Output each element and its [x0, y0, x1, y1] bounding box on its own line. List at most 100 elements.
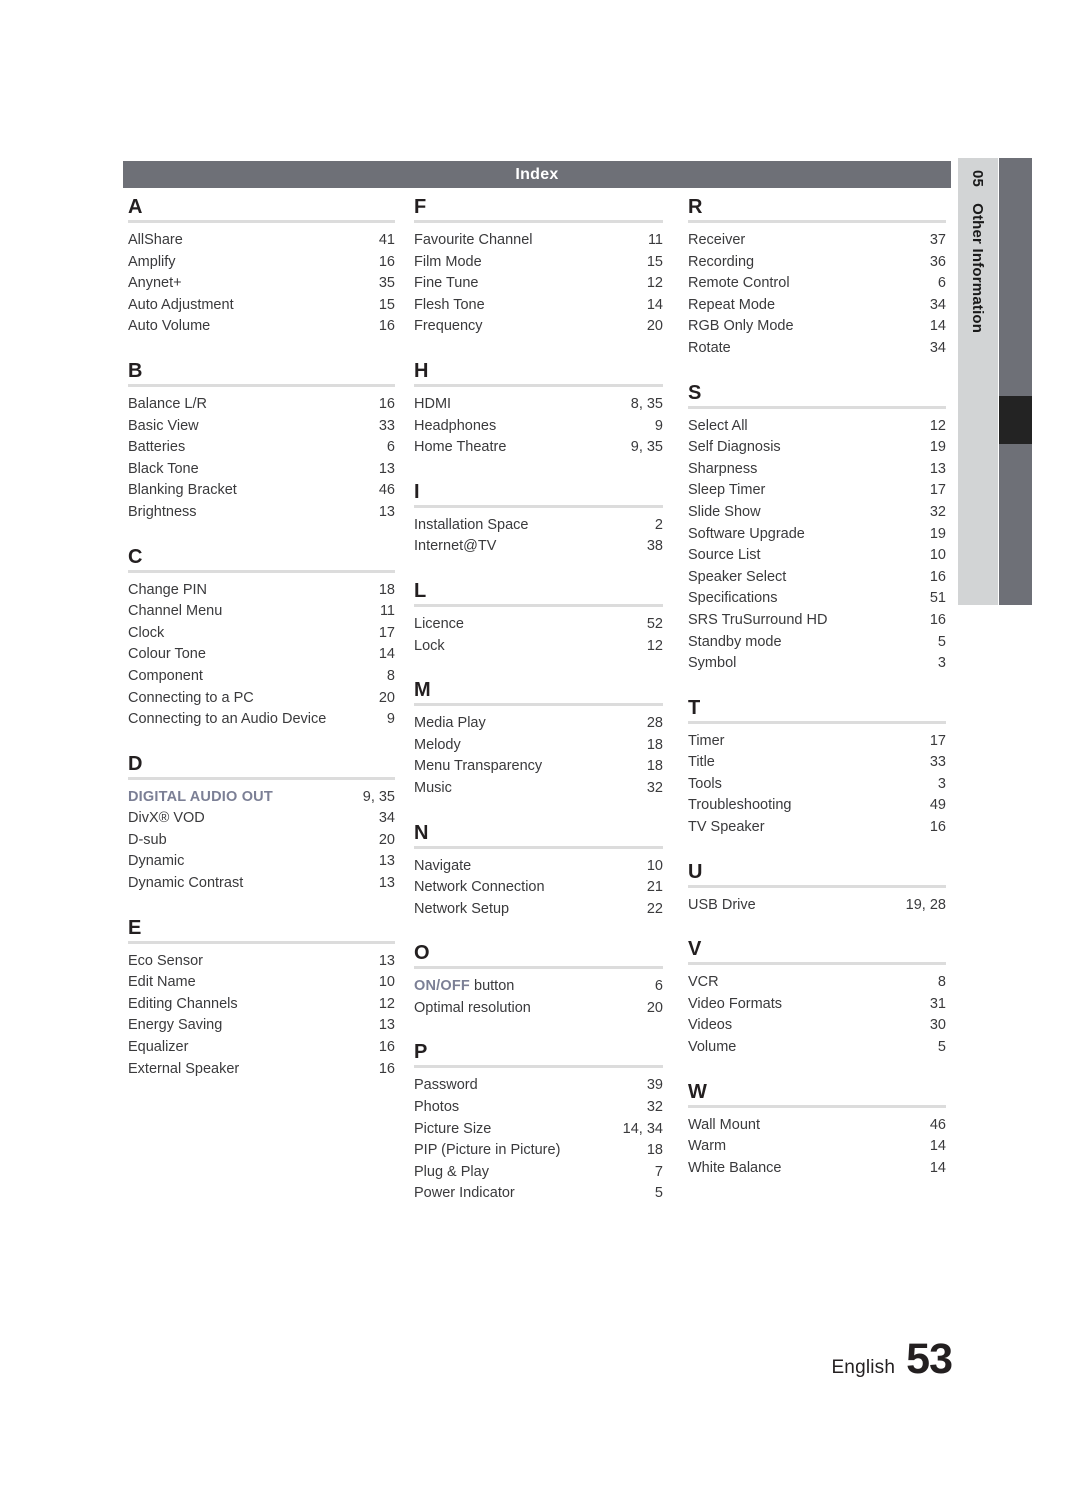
index-entry[interactable]: Picture Size 14, 34	[414, 1119, 663, 1141]
index-entry[interactable]: Rotate 34	[688, 338, 946, 360]
index-entry[interactable]: Sleep Timer 17	[688, 480, 946, 502]
index-entry[interactable]: SRS TruSurround HD 16	[688, 610, 946, 632]
index-entry[interactable]: Connecting to an Audio Device 9	[128, 709, 395, 731]
index-entry-term: Channel Menu	[128, 603, 223, 620]
index-entry[interactable]: Video Formats 31	[688, 994, 946, 1016]
index-entry[interactable]: Connecting to a PC 20	[128, 688, 395, 710]
index-entry[interactable]: USB Drive 19, 28	[688, 895, 946, 917]
index-entry[interactable]: Timer 17	[688, 731, 946, 753]
index-entry[interactable]: Specifications 51	[688, 588, 946, 610]
index-entry[interactable]: Frequency 20	[414, 316, 663, 338]
index-entry[interactable]: Remote Control 6	[688, 273, 946, 295]
index-entry[interactable]: Self Diagnosis 19	[688, 437, 946, 459]
index-entry[interactable]: Colour Tone 14	[128, 644, 395, 666]
index-entry-term: Connecting to a PC	[128, 689, 254, 706]
index-entry[interactable]: Optimal resolution 20	[414, 998, 663, 1020]
index-entry[interactable]: Software Upgrade 19	[688, 524, 946, 546]
index-entry[interactable]: Receiver 37	[688, 230, 946, 252]
index-entry[interactable]: HDMI 8, 35	[414, 394, 663, 416]
index-entry[interactable]: Anynet+ 35	[128, 273, 395, 295]
index-entry[interactable]: Auto Adjustment 15	[128, 295, 395, 317]
index-entry[interactable]: Network Setup 22	[414, 899, 663, 921]
index-entry[interactable]: White Balance 14	[688, 1158, 946, 1180]
index-entry[interactable]: Clock 17	[128, 623, 395, 645]
index-entry-page: 28	[646, 715, 663, 732]
index-entry[interactable]: Batteries 6	[128, 437, 395, 459]
index-entry[interactable]: Energy Saving 13	[128, 1015, 395, 1037]
index-entry[interactable]: Eco Sensor 13	[128, 951, 395, 973]
index-entry[interactable]: DIGITAL AUDIO OUT 9, 35	[128, 787, 395, 809]
index-entry[interactable]: Dynamic 13	[128, 851, 395, 873]
index-entry-page: 20	[378, 831, 395, 848]
section-divider	[414, 845, 663, 849]
index-entry[interactable]: Change PIN 18	[128, 580, 395, 602]
index-entry[interactable]: Blanking Bracket 46	[128, 480, 395, 502]
index-entry[interactable]: Edit Name 10	[128, 972, 395, 994]
index-entry[interactable]: Slide Show 32	[688, 502, 946, 524]
index-entry[interactable]: Melody 18	[414, 735, 663, 757]
index-entry[interactable]: Basic View 33	[128, 416, 395, 438]
index-entry[interactable]: Channel Menu 11	[128, 601, 395, 623]
index-entry[interactable]: Network Connection 21	[414, 877, 663, 899]
index-entry[interactable]: DivX® VOD 34	[128, 808, 395, 830]
index-entry[interactable]: Plug & Play 7	[414, 1162, 663, 1184]
index-entry[interactable]: VCR 8	[688, 972, 946, 994]
index-entry[interactable]: Flesh Tone 14	[414, 295, 663, 317]
index-entry[interactable]: Recording 36	[688, 252, 946, 274]
index-entry[interactable]: TV Speaker 16	[688, 817, 946, 839]
index-entry[interactable]: PIP (Picture in Picture) 18	[414, 1140, 663, 1162]
index-entry[interactable]: Equalizer 16	[128, 1037, 395, 1059]
index-entry[interactable]: Amplify 16	[128, 252, 395, 274]
index-entry[interactable]: Source List 10	[688, 545, 946, 567]
index-entry[interactable]: Home Theatre 9, 35	[414, 437, 663, 459]
index-entry-page: 13	[378, 1017, 395, 1034]
index-entry[interactable]: AllShare 41	[128, 230, 395, 252]
index-entry[interactable]: Sharpness 13	[688, 459, 946, 481]
index-entry[interactable]: Navigate 10	[414, 856, 663, 878]
index-entry[interactable]: Warm 14	[688, 1136, 946, 1158]
index-entry[interactable]: Password 39	[414, 1075, 663, 1097]
index-entry-term: Blanking Bracket	[128, 482, 237, 499]
index-entry-page: 32	[646, 1099, 663, 1116]
index-entry[interactable]: Power Indicator 5	[414, 1183, 663, 1205]
index-entry[interactable]: Auto Volume 16	[128, 316, 395, 338]
index-entry[interactable]: Menu Transparency 18	[414, 756, 663, 778]
index-entry[interactable]: Symbol 3	[688, 653, 946, 675]
index-entry[interactable]: Repeat Mode 34	[688, 295, 946, 317]
index-entry[interactable]: Standby mode 5	[688, 632, 946, 654]
index-entry[interactable]: Internet@TV 38	[414, 536, 663, 558]
index-entry[interactable]: Favourite Channel 11	[414, 230, 663, 252]
index-entry-term: PIP (Picture in Picture)	[414, 1142, 561, 1159]
index-entry[interactable]: Installation Space 2	[414, 515, 663, 537]
index-entry[interactable]: Editing Channels 12	[128, 994, 395, 1016]
index-entry[interactable]: Headphones 9	[414, 416, 663, 438]
index-entry[interactable]: Media Play 28	[414, 713, 663, 735]
index-entry[interactable]: Licence 52	[414, 614, 663, 636]
index-entry[interactable]: ON/OFF button 6	[414, 976, 663, 998]
index-entry[interactable]: Component 8	[128, 666, 395, 688]
index-entry[interactable]: Videos 30	[688, 1015, 946, 1037]
index-entry[interactable]: D-sub 20	[128, 830, 395, 852]
index-entry-page: 17	[929, 732, 946, 749]
index-entry[interactable]: Dynamic Contrast 13	[128, 873, 395, 895]
index-entry[interactable]: Black Tone 13	[128, 459, 395, 481]
index-entry[interactable]: Select All 12	[688, 416, 946, 438]
index-entry[interactable]: External Speaker 16	[128, 1059, 395, 1081]
index-entry[interactable]: Title 33	[688, 752, 946, 774]
index-entry[interactable]: Volume 5	[688, 1037, 946, 1059]
index-entry[interactable]: Tools 3	[688, 774, 946, 796]
index-entry[interactable]: Photos 32	[414, 1097, 663, 1119]
index-entry[interactable]: Fine Tune 12	[414, 273, 663, 295]
index-entry-page: 16	[929, 568, 946, 585]
index-entry[interactable]: Balance L/R 16	[128, 394, 395, 416]
index-entry[interactable]: Troubleshooting 49	[688, 795, 946, 817]
index-header-bar: Index	[123, 161, 951, 188]
index-entry[interactable]: Music 32	[414, 778, 663, 800]
index-entry[interactable]: RGB Only Mode 14	[688, 316, 946, 338]
index-entry-page: 2	[654, 516, 663, 533]
index-entry[interactable]: Speaker Select 16	[688, 567, 946, 589]
index-entry[interactable]: Film Mode 15	[414, 252, 663, 274]
index-entry[interactable]: Wall Mount 46	[688, 1115, 946, 1137]
index-entry[interactable]: Brightness 13	[128, 502, 395, 524]
index-entry[interactable]: Lock 12	[414, 636, 663, 658]
